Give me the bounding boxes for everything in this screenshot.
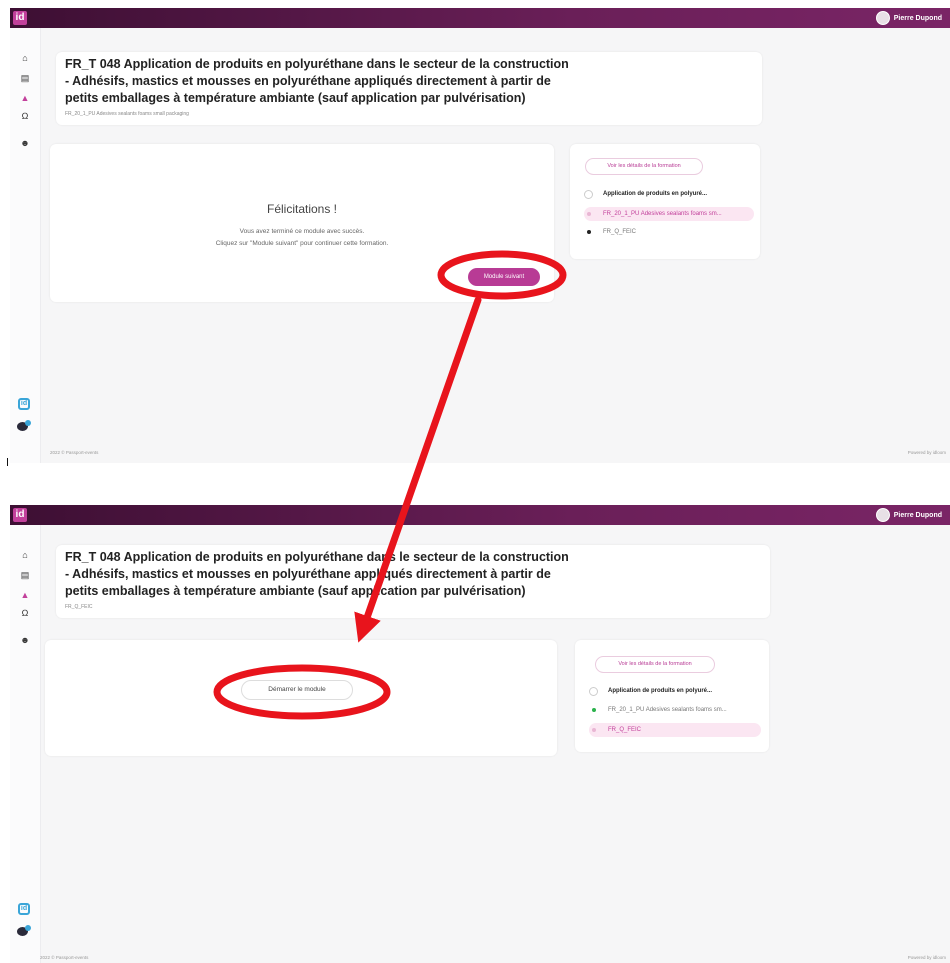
outline-item-label: FR_20_1_PU Adesives sealants foams sm... bbox=[608, 707, 727, 713]
message-line2: Cliquez sur "Module suivant" pour contin… bbox=[215, 240, 389, 247]
course-title-line3: petits emballages à température ambiante… bbox=[65, 91, 526, 105]
outline-item-label: Application de produits en polyuré... bbox=[603, 191, 708, 197]
user-name: Pierre Dupond bbox=[893, 511, 942, 519]
start-module-button[interactable]: Démarrer le module bbox=[241, 680, 353, 700]
outline-item-current[interactable]: FR_20_1_PU Adesives sealants foams sm... bbox=[584, 207, 754, 221]
users-icon[interactable]: ☻ bbox=[19, 138, 31, 148]
course-outline-card: Voir les détails de la formation Applica… bbox=[570, 144, 760, 259]
message-line1: Vous avez terminé ce module avec succès. bbox=[239, 228, 365, 235]
top-bar: id Pierre Dupond bbox=[10, 505, 950, 525]
training-icon[interactable]: ▲ bbox=[19, 590, 31, 600]
avatar bbox=[875, 11, 890, 25]
training-icon[interactable]: ▲ bbox=[19, 93, 31, 103]
document-icon[interactable]: ▤ bbox=[19, 73, 31, 83]
top-bar: id Pierre Dupond bbox=[10, 8, 950, 28]
footer-copyright: 2022 © Passport-events bbox=[50, 450, 99, 455]
congrats-title: Félicitations ! bbox=[266, 202, 338, 216]
outline-item-label: Application de produits en polyuré... bbox=[608, 688, 713, 694]
text-cursor bbox=[7, 458, 8, 466]
screenshot-after: id Pierre Dupond ⌂ ▤ ▲ Ω ☻ id FR_T 048 A… bbox=[10, 505, 950, 963]
chat-icon[interactable] bbox=[17, 925, 31, 937]
module-code: FR_20_1_PU Adesives sealants foams small… bbox=[65, 111, 189, 117]
next-module-button[interactable]: Module suivant bbox=[468, 268, 540, 286]
course-header-card: FR_T 048 Application de produits en poly… bbox=[56, 52, 762, 125]
outline-item-todo[interactable]: FR_Q_FEIC bbox=[584, 225, 754, 239]
course-title-line2: - Adhésifs, mastics et mousses en polyur… bbox=[65, 567, 551, 581]
home-icon[interactable]: ⌂ bbox=[19, 53, 31, 63]
module-complete-card: Félicitations ! Vous avez terminé ce mod… bbox=[50, 144, 554, 302]
dot-icon bbox=[587, 230, 591, 234]
footer-copyright: 2022 © Passport-events bbox=[40, 955, 89, 960]
module-start-card: Démarrer le module bbox=[45, 640, 557, 756]
outline-item-current[interactable]: FR_Q_FEIC bbox=[589, 723, 761, 737]
outline-item-parent[interactable]: Application de produits en polyuré... bbox=[589, 684, 761, 698]
outline-item-parent[interactable]: Application de produits en polyuré... bbox=[584, 187, 754, 201]
course-title-line1: FR_T 048 Application de produits en poly… bbox=[65, 550, 569, 564]
course-header-card: FR_T 048 Application de produits en poly… bbox=[56, 545, 770, 618]
chat-badge bbox=[25, 420, 31, 426]
idloom-logo-icon[interactable]: id bbox=[18, 903, 30, 915]
course-outline-card: Voir les détails de la formation Applica… bbox=[575, 640, 769, 752]
outline-item-label: FR_Q_FEIC bbox=[603, 229, 637, 235]
avatar bbox=[875, 508, 890, 522]
course-title-line2: - Adhésifs, mastics et mousses en polyur… bbox=[65, 74, 551, 88]
users-icon[interactable]: ☻ bbox=[19, 635, 31, 645]
circle-icon bbox=[584, 189, 593, 199]
chat-badge bbox=[25, 925, 31, 931]
footer-powered-by[interactable]: Powered by idloom bbox=[908, 955, 946, 960]
award-icon[interactable]: Ω bbox=[19, 111, 31, 121]
course-title-line3: petits emballages à température ambiante… bbox=[65, 584, 526, 598]
document-icon[interactable]: ▤ bbox=[19, 570, 31, 580]
course-title-line1: FR_T 048 Application de produits en poly… bbox=[65, 57, 569, 71]
app-logo[interactable]: id bbox=[13, 11, 27, 25]
course-details-button[interactable]: Voir les détails de la formation bbox=[595, 656, 715, 673]
module-code: FR_Q_FEIC bbox=[65, 604, 93, 610]
dot-icon bbox=[592, 728, 596, 732]
sidebar: ⌂ ▤ ▲ Ω ☻ id bbox=[10, 28, 41, 463]
outline-item-label: FR_20_1_PU Adesives sealants foams sm... bbox=[603, 211, 722, 217]
sidebar: ⌂ ▤ ▲ Ω ☻ id bbox=[10, 525, 41, 963]
user-menu[interactable]: Pierre Dupond bbox=[875, 507, 942, 523]
chat-icon[interactable] bbox=[17, 420, 31, 432]
footer-powered-by[interactable]: Powered by idloom bbox=[908, 450, 946, 455]
outline-item-done[interactable]: FR_20_1_PU Adesives sealants foams sm... bbox=[589, 703, 761, 717]
dot-icon bbox=[587, 212, 591, 216]
screenshot-before: id Pierre Dupond ⌂ ▤ ▲ Ω ☻ id FR_T 048 A… bbox=[10, 8, 950, 463]
home-icon[interactable]: ⌂ bbox=[19, 550, 31, 560]
award-icon[interactable]: Ω bbox=[19, 608, 31, 618]
dot-icon bbox=[592, 708, 596, 712]
user-menu[interactable]: Pierre Dupond bbox=[875, 10, 942, 26]
outline-item-label: FR_Q_FEIC bbox=[608, 727, 642, 733]
idloom-logo-icon[interactable]: id bbox=[18, 398, 30, 410]
app-logo[interactable]: id bbox=[13, 508, 27, 522]
course-details-button[interactable]: Voir les détails de la formation bbox=[585, 158, 703, 175]
user-name: Pierre Dupond bbox=[893, 14, 942, 22]
circle-icon bbox=[589, 686, 598, 696]
